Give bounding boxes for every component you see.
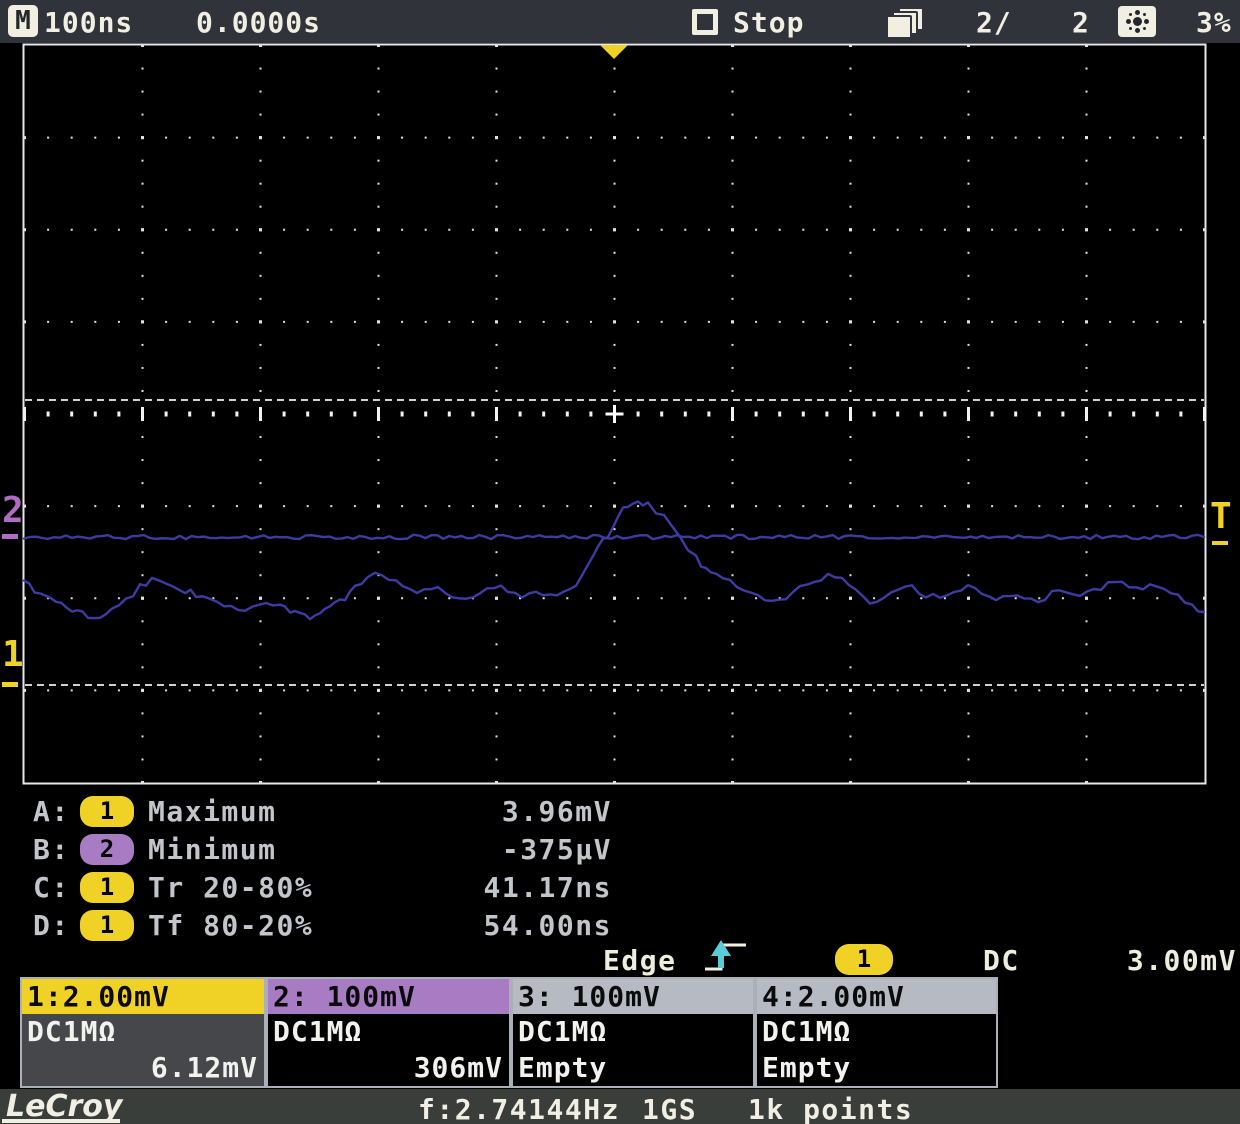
segment-total: 2 xyxy=(1072,6,1090,39)
channel3-scale: 3: 100mV xyxy=(513,979,753,1014)
record-length: 1k points xyxy=(748,1093,913,1124)
channel2-meas-value: 306mV xyxy=(414,1050,503,1086)
channel1-measure-row: ΔV 6.12mV xyxy=(22,1050,264,1086)
meas-value: 41.17ns xyxy=(330,871,612,904)
channel-badge: 2 xyxy=(80,834,134,865)
trigger-delay-value[interactable]: 0.0000s xyxy=(196,6,321,39)
trigger-level-value[interactable]: 3.00mV xyxy=(1100,944,1237,977)
ch1-zero-dash xyxy=(2,682,18,687)
stop-icon[interactable] xyxy=(692,9,718,35)
ch2-zero-dash xyxy=(2,534,18,539)
meas-value: -375µV xyxy=(330,833,612,866)
meas-name: Tf 80-20% xyxy=(148,909,313,942)
channel2-measure-row: ΔV 306mV xyxy=(268,1050,509,1086)
channel4-scale: 4:2.00mV xyxy=(757,979,996,1014)
trigger-level-marker[interactable]: T xyxy=(1210,500,1232,534)
channel1-coupling: DC1MΩ xyxy=(22,1014,264,1050)
meas-slot: D: xyxy=(33,909,70,942)
intensity-icon[interactable] xyxy=(1118,6,1156,37)
channel4-status: Empty xyxy=(757,1050,996,1086)
channel1-scale: 1:2.00mV xyxy=(22,979,264,1014)
channel3-descriptor-box[interactable]: 3: 100mV DC1MΩ Empty xyxy=(511,977,755,1088)
channel-badge: 1 xyxy=(80,872,134,903)
frequency-readout: f:2.74144Hz xyxy=(418,1093,620,1124)
measurement-row: A: 1 Maximum 3.96mV xyxy=(0,793,620,831)
trigger-level-dash xyxy=(1212,541,1228,545)
intensity-value: 3% xyxy=(1196,6,1232,39)
segments-icon[interactable] xyxy=(886,7,926,37)
meas-slot: C: xyxy=(33,871,70,904)
meas-name: Tr 20-80% xyxy=(148,871,313,904)
channel2-scale: 2: 100mV xyxy=(268,979,509,1014)
timebase-value[interactable]: 100ns xyxy=(44,6,133,39)
top-menubar: M 100ns 0.0000s Stop 2/ 2 3% xyxy=(0,0,1240,43)
trigger-coupling[interactable]: DC xyxy=(983,944,1020,977)
channel2-coupling: DC1MΩ xyxy=(268,1014,509,1050)
bottom-statusbar: LeCroy f:2.74144Hz 1GS 1k points xyxy=(0,1089,1240,1124)
edge-trigger-icon xyxy=(702,938,762,978)
meas-value: 3.96mV xyxy=(330,795,612,828)
meas-name: Minimum xyxy=(148,833,277,866)
channel1-meas-value: 6.12mV xyxy=(151,1050,258,1086)
measurement-row: D: 1 Tf 80-20% 54.00ns xyxy=(0,907,620,945)
channel4-coupling: DC1MΩ xyxy=(757,1014,996,1050)
measurement-row: B: 2 Minimum -375µV xyxy=(0,831,620,869)
channel3-coupling: DC1MΩ xyxy=(513,1014,753,1050)
meas-name: Maximum xyxy=(148,795,277,828)
channel1-descriptor-box[interactable]: 1:2.00mV DC1MΩ ΔV 6.12mV xyxy=(20,977,266,1088)
waveform-graticule xyxy=(22,43,1207,785)
ch1-zero-marker[interactable]: 1 xyxy=(2,638,24,672)
logo-underline xyxy=(2,1119,120,1123)
channel-badge: 1 xyxy=(80,796,134,827)
sample-rate: 1GS xyxy=(642,1093,697,1124)
channel4-descriptor-box[interactable]: 4:2.00mV DC1MΩ Empty xyxy=(755,977,998,1088)
channel3-status: Empty xyxy=(513,1050,753,1086)
meas-slot: B: xyxy=(33,833,70,866)
ch2-zero-marker[interactable]: 2 xyxy=(2,494,24,528)
oscilloscope-screen: M 100ns 0.0000s Stop 2/ 2 3% 2 1 T A: 1 … xyxy=(0,0,1240,1124)
trigger-type[interactable]: Edge xyxy=(603,944,676,977)
segment-current: 2/ xyxy=(976,6,1012,39)
channel2-descriptor-box[interactable]: 2: 100mV DC1MΩ ΔV 306mV xyxy=(266,977,511,1088)
meas-slot: A: xyxy=(33,795,70,828)
meas-value: 54.00ns xyxy=(330,909,612,942)
acquisition-status[interactable]: Stop xyxy=(733,6,804,39)
trigger-source-badge[interactable]: 1 xyxy=(835,944,893,975)
timebase-mode-icon[interactable]: M xyxy=(8,5,38,37)
channel-badge: 1 xyxy=(80,910,134,941)
measurement-row: C: 1 Tr 20-80% 41.17ns xyxy=(0,869,620,907)
